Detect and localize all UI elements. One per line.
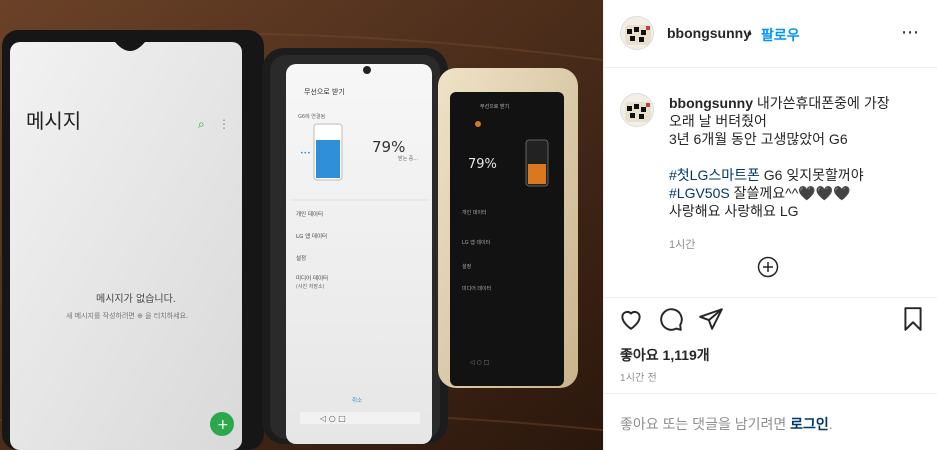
empty-message: 메시지가 없습니다. xyxy=(96,292,176,305)
hashtag-first-lg[interactable]: #첫LG스마트폰 xyxy=(669,167,760,183)
post-side-panel: bbongsunny • 팔로우 ⋯ bbongsunny 내가쓴휴대폰중에 가… xyxy=(603,0,937,450)
svg-text:◁ ○ □: ◁ ○ □ xyxy=(470,359,489,366)
charging-status: G6에 연결됨 xyxy=(298,113,325,120)
phone-middle-screen xyxy=(286,64,432,444)
profile-avatar-icon[interactable] xyxy=(620,16,654,50)
heart-icon[interactable] xyxy=(618,306,644,332)
comment-login-prompt: 좋아요 또는 댓글을 남기려면 xyxy=(620,416,791,432)
post-caption: bbongsunny 내가쓴휴대폰중에 가장 오래 날 버텨줬어 3년 6개월 … xyxy=(669,94,929,220)
svg-text:개인 데이터: 개인 데이터 xyxy=(462,209,487,216)
caption-line-4: G6 잊지못할꺼야 xyxy=(759,167,864,183)
share-icon[interactable] xyxy=(698,306,724,332)
svg-text:미디어 데이터: 미디어 데이터 xyxy=(462,285,491,292)
plus-circle-icon[interactable] xyxy=(757,256,779,278)
login-link[interactable]: 로그인 xyxy=(790,416,829,432)
post-header: bbongsunny • 팔로우 ⋯ xyxy=(604,0,937,68)
svg-text:⌕: ⌕ xyxy=(198,117,205,131)
bookmark-icon[interactable] xyxy=(900,306,926,332)
caption-line-1: 내가쓴휴대폰중에 가장 xyxy=(756,95,890,111)
separator-dot: • xyxy=(747,25,752,41)
caption-line-3: 3년 6개월 동안 고생많았어 G6 xyxy=(669,131,848,147)
svg-text:◁ ○ □: ◁ ○ □ xyxy=(319,414,346,423)
battery-dots: ••• xyxy=(300,150,311,157)
messages-title: 메시지 xyxy=(26,109,81,133)
post-photo[interactable]: 메시지 ⌕ ⋮ 메시지가 없습니다. 새 메시지를 작성하려면 ⊕ 을 터치하세… xyxy=(0,0,603,450)
caption-line-5: 잘쓸께요^^🖤🖤🖤 xyxy=(729,185,851,201)
empty-hint: 새 메시지를 작성하려면 ⊕ 을 터치하세요. xyxy=(66,311,188,320)
svg-text:무선으로 받기: 무선으로 받기 xyxy=(480,103,509,110)
comment-login-suffix: . xyxy=(828,416,833,432)
caption-avatar-icon[interactable] xyxy=(620,93,654,127)
menu-item-0: 개인 데이터 xyxy=(296,210,323,218)
follow-button[interactable]: 팔로우 xyxy=(761,25,800,45)
phone-left-screen xyxy=(10,42,242,450)
menu-item-4: (사진 저장소) xyxy=(296,283,325,290)
svg-text:+: + xyxy=(217,417,229,433)
phone-right-screen xyxy=(450,92,564,386)
menu-item-2: 설정 xyxy=(296,254,306,262)
more-options-icon[interactable]: ⋯ xyxy=(901,22,920,43)
svg-text:설정: 설정 xyxy=(462,263,471,270)
svg-text:79%: 79% xyxy=(468,157,497,172)
menu-item-3: 미디어 데이터 xyxy=(296,274,328,282)
menu-item-1: LG 앱 데이터 xyxy=(296,232,327,240)
bottom-label: 취소 xyxy=(352,396,362,404)
post-timestamp[interactable]: 1시간 전 xyxy=(620,369,657,384)
svg-text:LG 앱 데이터: LG 앱 데이터 xyxy=(462,239,490,246)
caption-line-2: 오래 날 버텨줬어 xyxy=(669,113,767,129)
comment-icon[interactable] xyxy=(658,306,684,332)
caption-username[interactable]: bbongsunny xyxy=(669,95,753,111)
post-image: 메시지 ⌕ ⋮ 메시지가 없습니다. 새 메시지를 작성하려면 ⊕ 을 터치하세… xyxy=(0,0,603,450)
username-link[interactable]: bbongsunny xyxy=(667,25,751,41)
action-bar xyxy=(604,297,937,337)
like-count[interactable]: 좋아요 1,119개 xyxy=(620,345,710,365)
caption-line-6: 사랑해요 사랑해요 LG xyxy=(669,203,799,219)
svg-text:⋮: ⋮ xyxy=(218,117,230,131)
hashtag-lgv50s[interactable]: #LGV50S xyxy=(669,185,730,201)
charging-title: 무선으로 받기 xyxy=(304,87,345,96)
comment-login-bar: 좋아요 또는 댓글을 남기려면 로그인. xyxy=(604,393,937,450)
comments-section: bbongsunny 내가쓴휴대폰중에 가장 오래 날 버텨줬어 3년 6개월 … xyxy=(604,69,937,297)
battery-percent: 79% xyxy=(372,138,405,156)
battery-note: 받는 중... xyxy=(398,155,419,162)
caption-timestamp[interactable]: 1시간 xyxy=(669,236,695,252)
